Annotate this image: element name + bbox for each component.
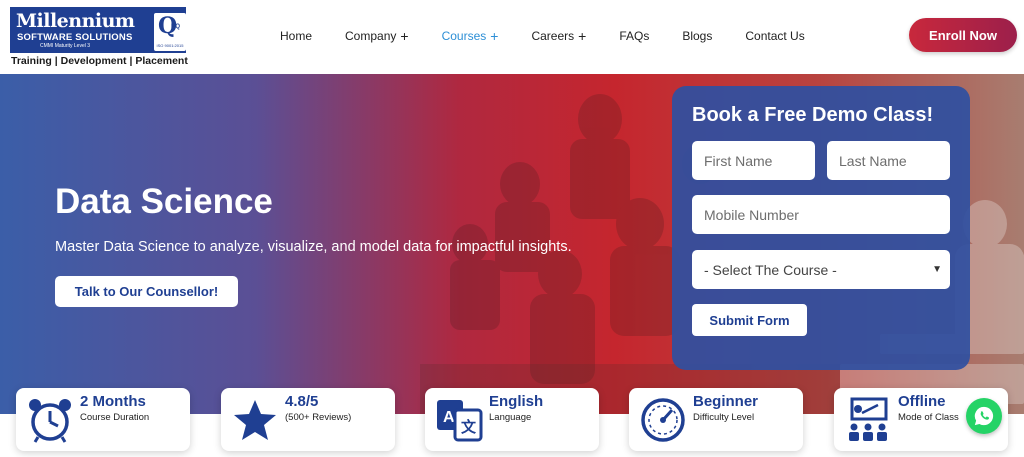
svg-text:A: A: [443, 409, 455, 426]
whatsapp-chat-button[interactable]: [966, 398, 1002, 434]
main-nav: Home Company + Courses + Careers + FAQs …: [280, 27, 838, 45]
whatsapp-icon: [974, 406, 994, 426]
nav-careers[interactable]: Careers +: [531, 29, 586, 43]
plus-icon: +: [578, 28, 587, 44]
nav-home[interactable]: Home: [280, 29, 312, 43]
feature-card-rating: 4.8/5 (500+ Reviews): [221, 388, 395, 451]
nav-blogs[interactable]: Blogs: [682, 29, 712, 43]
nav-contact-label: Contact Us: [745, 29, 805, 43]
nav-company[interactable]: Company +: [345, 29, 409, 43]
duration-value: 2 Months: [80, 393, 146, 410]
language-label: Language: [489, 412, 532, 423]
logo-cmmi: CMMI Maturity Level 3: [40, 43, 91, 49]
logo-quality-mark: Q RQ ISO 9001:2015: [154, 13, 186, 51]
nav-blogs-label: Blogs: [682, 29, 713, 43]
nav-home-label: Home: [280, 29, 313, 43]
company-logo[interactable]: Millennium SOFTWARE SOLUTIONS CMMI Matur…: [10, 7, 190, 69]
feature-card-duration: 2 Months Course Duration: [16, 388, 190, 451]
logo-tagline: Training | Development | Placement: [11, 55, 188, 67]
nav-faqs[interactable]: FAQs: [619, 29, 649, 43]
site-header: Millennium SOFTWARE SOLUTIONS CMMI Matur…: [0, 0, 1024, 74]
classroom-icon: [849, 397, 888, 441]
page-title: Data Science: [55, 182, 273, 221]
gauge-icon: [641, 398, 685, 442]
course-select-value: - Select The Course -: [704, 261, 837, 278]
submit-form-button[interactable]: Submit Form: [692, 304, 807, 336]
logo-rq: RQ: [171, 24, 180, 30]
course-features: 2 Months Course Duration 4.8/5 (500+ Rev…: [0, 388, 1024, 457]
feature-card-language: A 文 English Language: [425, 388, 599, 451]
form-title: Book a Free Demo Class!: [692, 104, 934, 126]
nav-courses-label: Courses: [441, 29, 487, 43]
mobile-number-input[interactable]: Mobile Number: [692, 195, 950, 234]
logo-badge: Millennium SOFTWARE SOLUTIONS CMMI Matur…: [10, 7, 186, 53]
demo-class-form: Book a Free Demo Class! First Name Last …: [672, 86, 970, 370]
plus-icon: +: [400, 28, 409, 44]
rating-value: 4.8/5: [285, 393, 319, 410]
mode-value: Offline: [898, 393, 946, 410]
difficulty-label: Difficulty Level: [693, 412, 755, 423]
nav-courses[interactable]: Courses +: [442, 29, 499, 43]
nav-faqs-label: FAQs: [619, 29, 650, 43]
translate-icon: A 文: [437, 400, 483, 442]
hero-subtitle: Master Data Science to analyze, visualiz…: [55, 239, 572, 255]
enroll-now-button[interactable]: Enroll Now: [909, 18, 1017, 52]
mode-label: Mode of Class: [898, 412, 959, 423]
feature-card-difficulty: Beginner Difficulty Level: [629, 388, 803, 451]
plus-icon: +: [490, 28, 499, 44]
language-value: English: [489, 393, 544, 410]
first-name-input[interactable]: First Name: [692, 141, 815, 180]
last-name-input[interactable]: Last Name: [827, 141, 950, 180]
talk-to-counsellor-button[interactable]: Talk to Our Counsellor!: [55, 276, 238, 307]
logo-iso: ISO 9001:2015: [156, 43, 184, 48]
clock-icon: [29, 399, 71, 443]
course-select[interactable]: - Select The Course - ▼: [692, 250, 950, 289]
nav-company-label: Company: [345, 29, 397, 43]
logo-subtitle: SOFTWARE SOLUTIONS: [17, 32, 133, 43]
difficulty-value: Beginner: [693, 393, 759, 410]
rating-label: (500+ Reviews): [285, 412, 352, 423]
nav-contact-us[interactable]: Contact Us: [745, 29, 804, 43]
svg-text:文: 文: [461, 418, 477, 436]
star-icon: [234, 400, 276, 440]
nav-careers-label: Careers: [531, 29, 575, 43]
chevron-down-icon: ▼: [932, 264, 942, 275]
logo-title: Millennium: [16, 10, 135, 32]
duration-label: Course Duration: [80, 412, 150, 423]
